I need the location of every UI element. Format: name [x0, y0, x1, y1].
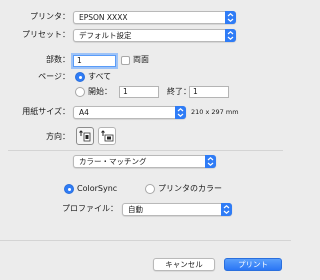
pages-all-label: すべて	[88, 72, 112, 81]
footer-divider	[0, 240, 291, 241]
profile-popup[interactable]: 自動	[122, 203, 232, 216]
copies-field[interactable]: 1	[73, 55, 116, 67]
section-divider	[8, 150, 283, 151]
paper-size-popup[interactable]: A4	[73, 106, 186, 119]
duplex-label: 両面	[133, 55, 149, 64]
colorsync-label: ColorSync	[77, 184, 118, 193]
pages-label: ページ：	[38, 72, 70, 81]
cancel-button[interactable]: キャンセル	[153, 258, 215, 271]
landscape-button[interactable]	[98, 127, 116, 145]
section-menu-value: カラー・マッチング	[79, 157, 147, 166]
pages-start-label: 開始：	[88, 87, 112, 96]
popup-stepper-icon	[205, 155, 216, 168]
pages-all-radio[interactable]	[75, 72, 85, 82]
copies-label: 部数：	[46, 55, 70, 64]
print-button[interactable]: プリント	[224, 258, 282, 271]
profile-value: 自動	[128, 205, 143, 214]
printer-color-radio[interactable]	[145, 184, 155, 194]
pages-end-field[interactable]: 1	[189, 86, 229, 98]
pages-range-radio[interactable]	[75, 87, 85, 97]
pages-start-field[interactable]: 1	[119, 86, 159, 98]
pages-end-label: 終了：	[167, 87, 191, 96]
popup-stepper-icon	[221, 203, 232, 216]
section-menu-popup[interactable]: カラー・マッチング	[73, 155, 216, 168]
popup-stepper-icon	[175, 106, 186, 119]
preset-label: プリセット：	[22, 30, 70, 39]
profile-label: プロファイル：	[62, 204, 118, 213]
colorsync-radio[interactable]	[64, 184, 74, 194]
preset-popup[interactable]: デフォルト設定	[73, 29, 236, 42]
landscape-icon	[101, 130, 114, 142]
orientation-label: 方向：	[46, 132, 70, 141]
duplex-checkbox[interactable]	[121, 56, 130, 65]
paper-dimensions: 210 x 297 mm	[191, 108, 239, 116]
printer-label: プリンタ：	[30, 12, 70, 21]
popup-stepper-icon	[225, 29, 236, 42]
printer-color-label: プリンタのカラー	[158, 184, 222, 193]
printer-value: EPSON XXXX	[79, 13, 128, 22]
portrait-icon	[79, 130, 91, 142]
popup-stepper-icon	[225, 11, 236, 24]
portrait-button[interactable]	[76, 127, 94, 145]
paper-size-label: 用紙サイズ：	[22, 107, 70, 116]
preset-value: デフォルト設定	[79, 31, 132, 40]
printer-popup[interactable]: EPSON XXXX	[73, 11, 236, 24]
paper-size-value: A4	[79, 108, 89, 117]
